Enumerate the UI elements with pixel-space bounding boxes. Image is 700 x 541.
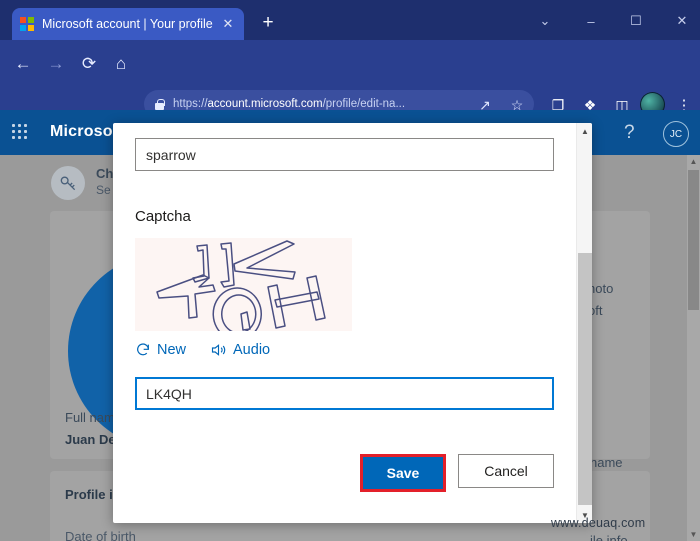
- browser-tab[interactable]: Microsoft account | Your profile ✕: [12, 8, 244, 40]
- browser-navbar: ← → ⟳ ⌂ https://account.microsoft.com/pr…: [0, 40, 700, 139]
- save-button[interactable]: Save: [360, 454, 446, 492]
- captcha-dialog: Captcha: [113, 123, 592, 523]
- microsoft-logo-icon: [20, 17, 34, 31]
- new-tab-button[interactable]: +: [256, 12, 280, 36]
- home-icon[interactable]: ⌂: [108, 51, 134, 77]
- browser-titlebar: Microsoft account | Your profile ✕ + ⌄ –…: [0, 0, 700, 40]
- captcha-image: [135, 238, 352, 331]
- browser-window: Microsoft account | Your profile ✕ + ⌄ –…: [0, 0, 700, 541]
- tab-search-icon[interactable]: ⌄: [526, 8, 564, 34]
- date-of-birth-label: Date of birth: [65, 529, 136, 541]
- captcha-actions: New Audio: [135, 342, 554, 358]
- dialog-scrollbar[interactable]: ▲ ▼: [576, 123, 592, 523]
- address-bar-url: https://account.microsoft.com/profile/ed…: [173, 98, 406, 110]
- captcha-answer-input[interactable]: [135, 377, 554, 410]
- dialog-scrollbar-thumb[interactable]: [578, 253, 592, 505]
- dialog-button-row: Save Cancel: [135, 454, 554, 492]
- back-icon[interactable]: ←: [10, 51, 36, 77]
- help-icon[interactable]: ?: [624, 122, 635, 144]
- watermark: www.deuaq.com: [551, 516, 646, 530]
- tab-title: Microsoft account | Your profile: [42, 17, 213, 31]
- dialog-scroll-up-icon[interactable]: ▲: [577, 123, 592, 139]
- captcha-new-label: New: [157, 342, 187, 358]
- close-tab-icon[interactable]: ✕: [220, 16, 236, 32]
- captcha-audio-button[interactable]: Audio: [210, 342, 270, 358]
- cancel-button[interactable]: Cancel: [458, 454, 554, 488]
- maximize-icon[interactable]: ☐: [617, 8, 655, 34]
- refresh-icon: [137, 343, 149, 356]
- page-scroll-down-icon[interactable]: ▼: [687, 528, 700, 541]
- close-window-icon[interactable]: ✕: [663, 8, 700, 34]
- lock-icon: [154, 98, 165, 111]
- captcha-new-button[interactable]: New: [135, 342, 186, 358]
- key-icon: [51, 166, 85, 200]
- captcha-label: Captcha: [135, 208, 191, 225]
- full-name-value: Juan De: [65, 432, 116, 447]
- page-scrollbar-thumb[interactable]: [688, 170, 699, 310]
- profile-info-label: Profile i: [65, 487, 113, 502]
- profile-info-link-fragment[interactable]: ile info: [590, 533, 628, 541]
- avatar[interactable]: JC: [663, 121, 689, 147]
- page-scrollbar[interactable]: ▲ ▼: [687, 155, 700, 541]
- speaker-icon: [211, 344, 226, 356]
- reload-icon[interactable]: ⟳: [76, 51, 102, 77]
- app-launcher-icon[interactable]: [12, 124, 29, 141]
- edit-name-link-fragment[interactable]: name: [590, 455, 623, 470]
- forward-icon[interactable]: →: [43, 51, 69, 77]
- minimize-icon[interactable]: –: [572, 8, 610, 34]
- captcha-audio-label: Audio: [233, 342, 271, 358]
- name-input[interactable]: [135, 138, 554, 171]
- page-scroll-up-icon[interactable]: ▲: [687, 155, 700, 168]
- full-name-label: Full nam: [65, 410, 115, 425]
- security-card-title: Ch: [96, 166, 114, 181]
- security-card-subtitle: Se: [96, 183, 111, 197]
